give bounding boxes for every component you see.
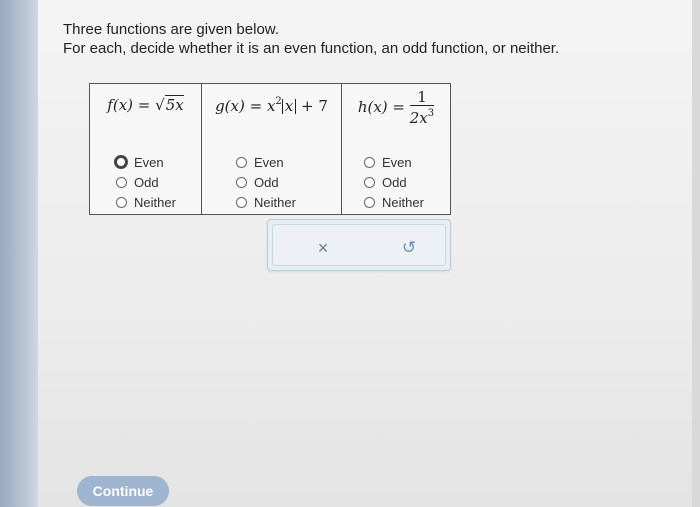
radio-icon[interactable]: [116, 196, 127, 208]
column-g: g(x) = x2 x + 7 Even Odd Neither: [202, 84, 342, 214]
option-label: Even: [134, 154, 164, 170]
function-f-radicand: 5x: [164, 95, 184, 114]
option-label: Odd: [254, 174, 279, 190]
radio-icon[interactable]: [236, 176, 247, 188]
radio-icon[interactable]: [236, 196, 247, 208]
option-label: Odd: [382, 174, 407, 190]
option-g-odd[interactable]: Odd: [236, 172, 341, 192]
option-label: Neither: [382, 194, 424, 210]
function-g-abs: x: [281, 99, 297, 114]
answer-actions: × ↺: [267, 219, 451, 271]
function-h-numerator: 1: [409, 90, 435, 106]
option-label: Neither: [134, 194, 176, 210]
option-h-even[interactable]: Even: [364, 152, 450, 172]
options-f: Even Odd Neither: [114, 152, 201, 212]
radio-icon[interactable]: [236, 156, 247, 168]
function-h: h(x) = 1 2x3: [342, 90, 450, 126]
options-h: Even Odd Neither: [364, 152, 450, 212]
radio-icon[interactable]: [364, 176, 375, 188]
column-h: h(x) = 1 2x3 Even Odd Neither: [342, 84, 450, 214]
continue-button[interactable]: Continue: [77, 476, 169, 506]
option-f-odd[interactable]: Odd: [116, 172, 201, 192]
option-label: Odd: [134, 174, 159, 190]
function-f-lhs: f(x) =: [107, 96, 156, 114]
denominator-base: 2x: [409, 109, 428, 127]
function-g-tail: + 7: [296, 97, 328, 115]
question-prompt: Three functions are given below. For eac…: [63, 20, 559, 58]
function-h-lhs: h(x) =: [357, 98, 410, 116]
radio-icon[interactable]: [364, 196, 375, 208]
prompt-line-1: Three functions are given below.: [63, 21, 279, 38]
undo-icon[interactable]: ↺: [399, 237, 419, 259]
left-sidebar: [0, 0, 38, 507]
function-g-lhs: g(x) = x: [215, 97, 276, 115]
fraction: 1 2x3: [409, 90, 435, 126]
function-h-denominator: 2x3: [410, 106, 434, 126]
sqrt-symbol: √5x: [155, 95, 184, 114]
radio-selected-icon[interactable]: [114, 155, 128, 169]
screen: Three functions are given below. For eac…: [0, 0, 700, 507]
option-g-even[interactable]: Even: [236, 152, 341, 172]
prompt-line-2: For each, decide whether it is an even f…: [63, 40, 560, 57]
option-f-even[interactable]: Even: [114, 152, 201, 172]
close-icon[interactable]: ×: [313, 237, 333, 259]
option-label: Even: [382, 154, 412, 170]
option-h-neither[interactable]: Neither: [364, 192, 450, 212]
radio-icon[interactable]: [364, 156, 375, 168]
functions-table: f(x) = √5x Even Odd Neither g(x) = x2 x …: [89, 83, 451, 215]
option-f-neither[interactable]: Neither: [116, 192, 201, 212]
column-f: f(x) = √5x Even Odd Neither: [90, 84, 202, 214]
function-g: g(x) = x2 x + 7: [202, 96, 341, 115]
options-g: Even Odd Neither: [236, 152, 341, 212]
radio-icon[interactable]: [116, 176, 127, 188]
function-f: f(x) = √5x: [90, 95, 201, 114]
answer-actions-inner: × ↺: [272, 224, 446, 266]
option-h-odd[interactable]: Odd: [364, 172, 450, 192]
option-label: Even: [254, 154, 284, 170]
option-g-neither[interactable]: Neither: [236, 192, 341, 212]
right-edge-bar: [692, 0, 700, 507]
option-label: Neither: [254, 194, 296, 210]
function-h-exponent: 3: [427, 108, 435, 119]
